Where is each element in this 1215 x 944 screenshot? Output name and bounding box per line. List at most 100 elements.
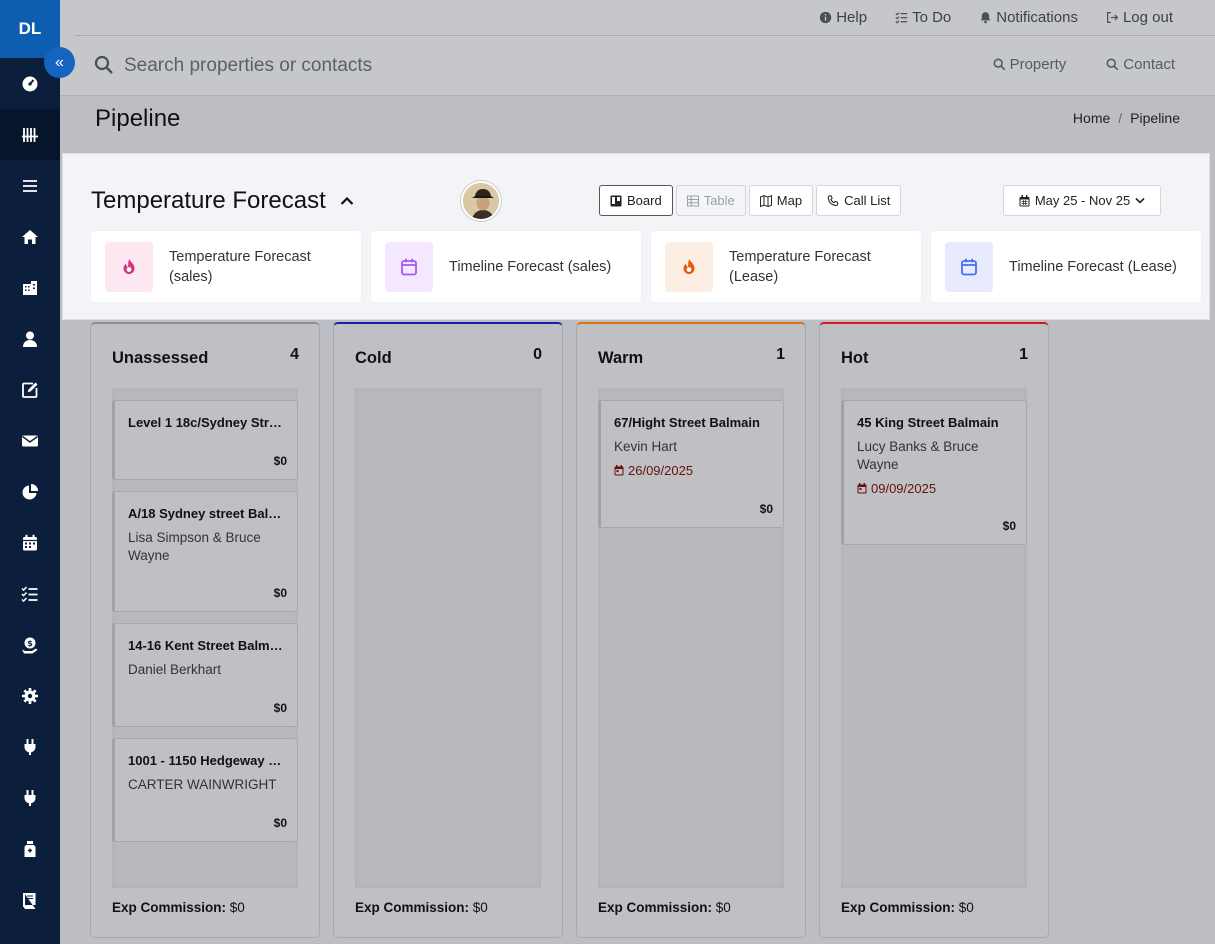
commission-label: Exp Commission: <box>598 900 713 915</box>
sidebar-item-pipeline[interactable] <box>0 109 60 160</box>
pipeline-card[interactable]: Level 1 18c/Sydney Street... $0 <box>112 400 298 480</box>
column-commission: Exp Commission: $0 <box>841 900 974 915</box>
sidebar-item-money[interactable]: $ <box>0 619 60 670</box>
card-property-address: Level 1 18c/Sydney Street... <box>128 415 285 430</box>
board-view-label: Board <box>627 193 662 208</box>
column-header: Cold 0 <box>355 346 542 368</box>
sidebar-item-checklist[interactable] <box>0 568 60 619</box>
card-contact-name: CARTER WAINWRIGHT <box>128 777 277 792</box>
property-search-label: Property <box>1009 56 1067 73</box>
todo-label: To Do <box>912 8 952 26</box>
pipeline-card[interactable]: A/18 Sydney street Balma... Lisa Simpson … <box>112 491 298 612</box>
sidebar-item-home[interactable] <box>0 211 60 262</box>
forecast-card-label: Timeline Forecast (sales) <box>449 258 612 275</box>
mail-icon <box>22 435 38 446</box>
notifications-label: Notifications <box>996 8 1078 26</box>
forecast-card[interactable]: Timeline Forecast (Lease) <box>931 231 1201 302</box>
pipeline-card[interactable]: 45 King Street Balmain Lucy Banks & Bruce… <box>841 400 1027 545</box>
chevron-up-icon <box>340 196 354 205</box>
pipeline-card[interactable]: 14-16 Kent Street Balmain Daniel Berkhart… <box>112 623 298 727</box>
home-icon <box>22 229 38 244</box>
sidebar: DL $ <box>0 0 60 944</box>
pipeline-card[interactable]: 1001 - 1150 Hedgeway Dr... CARTER WAINWRI… <box>112 738 298 842</box>
property-search-link[interactable]: Property <box>993 56 1067 73</box>
checklist-icon <box>895 11 908 24</box>
sidebar-item-gear[interactable] <box>0 670 60 721</box>
help-label: Help <box>836 8 868 26</box>
top-bar: Help To Do Notifications Log out <box>60 0 1215 36</box>
sidebar-item-mail[interactable] <box>0 415 60 466</box>
sidebar-item-building[interactable] <box>0 262 60 313</box>
column-drop-zone[interactable] <box>355 388 541 888</box>
card-value: $0 <box>273 701 287 715</box>
table-view-label: Table <box>703 193 735 208</box>
phone-icon <box>827 194 839 206</box>
breadcrumb-separator: / <box>1118 110 1123 126</box>
collapse-sidebar-button[interactable]: « <box>44 47 75 78</box>
card-contact-name: Lucy Banks & Bruce Wayne <box>857 439 979 472</box>
help-link[interactable]: Help <box>819 9 867 26</box>
map-view-button[interactable]: Map <box>748 185 814 216</box>
bottle-icon <box>24 840 36 857</box>
forecast-card[interactable]: Timeline Forecast (sales) <box>371 231 641 302</box>
checklist-icon <box>21 585 38 602</box>
search-input[interactable] <box>124 52 724 80</box>
sidebar-item-pie-chart[interactable] <box>0 466 60 517</box>
forecast-title-toggle[interactable]: Temperature Forecast <box>91 187 354 215</box>
card-property-address: 14-16 Kent Street Balmain <box>128 638 285 653</box>
pipeline-column-unassessed: Unassessed 4 Level 1 18c/Sydney Street... $… <box>90 322 320 938</box>
pipeline-column-warm: Warm 1 67/Hight Street Balmain Kevin Hart 26… <box>576 322 806 938</box>
forecast-panel: Temperature Forecast Board Table Map Cal… <box>62 153 1210 320</box>
commission-value: $0 <box>715 900 731 915</box>
card-contact-name: Daniel Berkhart <box>128 662 222 677</box>
view-switcher: Board Table Map Call List <box>599 185 902 216</box>
table-icon <box>686 195 699 206</box>
contact-search-link[interactable]: Contact <box>1106 56 1175 73</box>
commission-value: $0 <box>472 900 488 915</box>
logout-label: Log out <box>1122 8 1173 26</box>
logout-icon <box>1106 11 1119 23</box>
card-property-address: A/18 Sydney street Balma... <box>128 506 285 521</box>
notifications-link[interactable]: Notifications <box>979 9 1078 26</box>
page-header: Pipeline Home / Pipeline <box>60 97 1215 145</box>
commission-label: Exp Commission: <box>112 900 227 915</box>
sidebar-item-plug[interactable] <box>0 772 60 823</box>
column-header: Unassessed 4 <box>112 346 299 368</box>
sidebar-item-book[interactable] <box>0 874 60 925</box>
board-icon <box>610 195 622 206</box>
dashboard-icon <box>22 76 38 91</box>
pipeline-card[interactable]: 67/Hight Street Balmain Kevin Hart 26/09/2… <box>598 400 784 528</box>
date-range-dropdown[interactable]: May 25 - Nov 25 <box>1003 185 1161 216</box>
sidebar-item-user[interactable] <box>0 313 60 364</box>
sidebar-item-edit[interactable] <box>0 364 60 415</box>
chevron-down-icon <box>1135 197 1145 204</box>
breadcrumb-home[interactable]: Home <box>1073 110 1110 126</box>
map-icon <box>759 194 772 207</box>
sidebar-item-list[interactable] <box>0 160 60 211</box>
call-list-view-button[interactable]: Call List <box>816 185 902 216</box>
info-icon <box>820 11 832 23</box>
call-list-view-label: Call List <box>844 193 891 208</box>
sidebar-item-plug[interactable] <box>0 721 60 772</box>
sidebar-item-calendar[interactable] <box>0 517 60 568</box>
building-icon <box>23 280 37 295</box>
search-icon <box>1106 58 1119 71</box>
book-icon <box>23 892 36 909</box>
table-view-button[interactable]: Table <box>675 185 746 216</box>
todo-link[interactable]: To Do <box>895 9 951 26</box>
forecast-card[interactable]: Temperature Forecast (sales) <box>91 231 361 302</box>
logout-link[interactable]: Log out <box>1106 9 1173 26</box>
calendar-icon <box>401 258 417 275</box>
forecast-card-label: Temperature Forecast (sales) <box>169 248 311 285</box>
column-count: 0 <box>533 346 542 363</box>
card-property-address: 45 King Street Balmain <box>857 415 999 430</box>
column-commission: Exp Commission: $0 <box>598 900 731 915</box>
forecast-card[interactable]: Temperature Forecast (Lease) <box>651 231 921 302</box>
page-title: Pipeline <box>95 105 181 132</box>
forecast-card-icon-box <box>665 241 713 292</box>
sidebar-item-bottle[interactable] <box>0 823 60 874</box>
avatar[interactable] <box>461 181 501 221</box>
user-portrait-icon <box>463 183 499 219</box>
board-view-button[interactable]: Board <box>599 185 673 216</box>
search-bar: Property Contact <box>60 36 1215 96</box>
